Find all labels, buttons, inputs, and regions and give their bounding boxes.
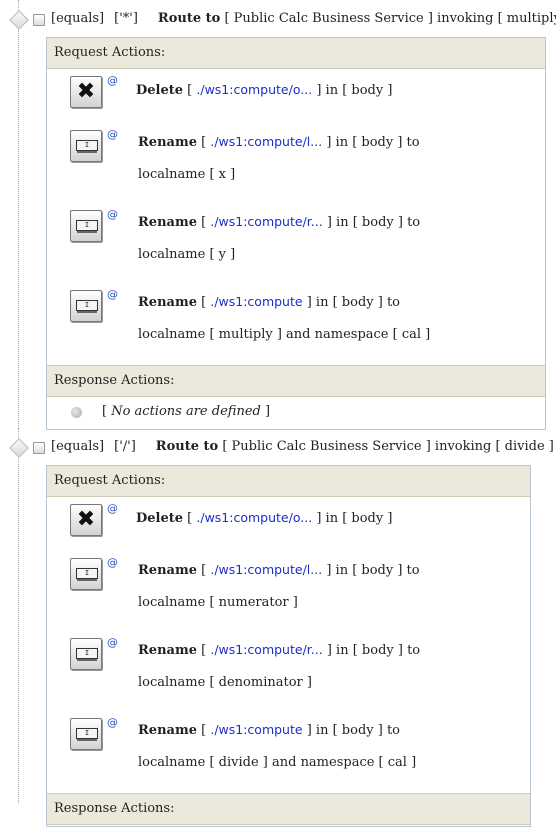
xpath-link[interactable]: ./ws1:compute/l... [210,562,322,577]
bracket: [ [201,215,207,230]
xpath-link[interactable]: ./ws1:compute/o... [196,510,312,525]
route-select-checkbox[interactable] [33,14,45,26]
action-line: Rename [ ./ws1:compute ] in [ body ] to [138,294,400,310]
action-detail: ] in [ body ] to [306,723,400,738]
bracket: [ [201,135,207,150]
route-summary: [equals] ['/'] Route to [ Public Calc Busi… [51,439,554,454]
tree-connector [18,458,19,803]
delete-x-icon[interactable]: ✖ [70,504,102,536]
at-icon[interactable]: @ [107,636,118,649]
xpath-link[interactable]: ./ws1:compute/r... [210,642,322,657]
bracket: [ [201,563,207,578]
action-verb[interactable]: Delete [136,83,183,98]
bracket: [ [187,511,193,526]
action-verb[interactable]: Rename [138,215,197,230]
condition-operator[interactable]: [equals] [51,11,104,26]
route-summary: [equals] ['*'] Route to [ Public Calc Busi… [51,11,556,26]
action-target: localname [ denominator ] [138,675,312,690]
route-node-icon[interactable] [9,10,29,30]
rename-field-icon[interactable]: I [70,638,102,670]
at-icon[interactable]: @ [107,74,118,87]
request-actions-header: Request Actions: [47,38,545,69]
at-icon[interactable]: @ [107,288,118,301]
action-verb[interactable]: Rename [138,295,197,310]
route-keyword[interactable]: Route to [158,11,220,26]
condition-value[interactable]: ['/'] [114,439,136,454]
route-node: [equals] ['*'] Route to [ Public Calc Busi… [0,8,556,32]
rename-field-icon[interactable]: I [70,210,102,242]
empty-message: No actions are defined [111,404,261,419]
route-node-icon[interactable] [9,438,29,458]
at-icon[interactable]: @ [107,556,118,569]
route-keyword[interactable]: Route to [156,439,218,454]
action-verb[interactable]: Rename [138,135,197,150]
action-line: Rename [ ./ws1:compute ] in [ body ] to [138,722,400,738]
route-description[interactable]: [ Public Calc Business Service ] invokin… [224,11,556,26]
action-line: Rename [ ./ws1:compute/r... ] in [ body … [138,642,420,658]
at-icon[interactable]: @ [107,208,118,221]
delete-x-icon[interactable]: ✖ [70,76,102,108]
xpath-link[interactable]: ./ws1:compute [210,294,302,309]
action-target: localname [ x ] [138,167,236,182]
route-select-checkbox[interactable] [33,442,45,454]
at-icon[interactable]: @ [107,128,118,141]
action-target: localname [ y ] [138,247,236,262]
no-actions-text: [ No actions are defined ] [102,404,270,419]
rename-field-icon[interactable]: I [70,290,102,322]
response-actions-header: Response Actions: [47,793,530,825]
rename-field-icon[interactable]: I [70,130,102,162]
request-actions-header: Request Actions: [47,466,530,497]
action-verb[interactable]: Rename [138,643,197,658]
xpath-link[interactable]: ./ws1:compute/r... [210,214,322,229]
bracket: [ [187,83,193,98]
at-icon[interactable]: @ [107,716,118,729]
bracket: [ [201,295,207,310]
route-actions-panel: Request Actions: ✖ @ Delete [ ./ws1:comp… [46,465,531,827]
bracket: ] [264,404,271,419]
action-line: Rename [ ./ws1:compute/l... ] in [ body … [138,562,420,578]
action-target: localname [ numerator ] [138,595,298,610]
route-node: [equals] ['/'] Route to [ Public Calc Busi… [0,436,556,460]
xpath-link[interactable]: ./ws1:compute [210,722,302,737]
condition-value[interactable]: ['*'] [114,11,138,26]
action-detail: ] in [ body ] to [326,135,420,150]
action-detail: ] in [ body ] [316,83,393,98]
action-verb[interactable]: Rename [138,563,197,578]
action-target: localname [ multiply ] and namespace [ c… [138,327,431,342]
action-target: localname [ divide ] and namespace [ cal… [138,755,417,770]
condition-operator[interactable]: [equals] [51,439,104,454]
route-actions-panel: Request Actions: ✖ @ Delete [ ./ws1:comp… [46,37,546,430]
rename-field-icon[interactable]: I [70,558,102,590]
bracket: [ [201,723,207,738]
action-detail: ] in [ body ] to [326,563,420,578]
tree-connector [18,30,19,430]
action-line: Rename [ ./ws1:compute/r... ] in [ body … [138,214,420,230]
action-detail: ] in [ body ] to [326,643,421,658]
response-actions-header: Response Actions: [47,365,545,397]
bracket: [ [102,404,108,419]
xpath-link[interactable]: ./ws1:compute/l... [210,134,322,149]
action-line: Delete [ ./ws1:compute/o... ] in [ body … [136,82,392,98]
action-detail: ] in [ body ] to [326,215,421,230]
xpath-link[interactable]: ./ws1:compute/o... [196,82,312,97]
rename-field-icon[interactable]: I [70,718,102,750]
action-detail: ] in [ body ] [316,511,393,526]
action-line: Rename [ ./ws1:compute/l... ] in [ body … [138,134,420,150]
action-detail: ] in [ body ] to [306,295,400,310]
action-verb[interactable]: Rename [138,723,197,738]
bracket: [ [201,643,207,658]
route-description[interactable]: [ Public Calc Business Service ] invokin… [222,439,554,454]
radio-icon [71,407,82,418]
action-verb[interactable]: Delete [136,511,183,526]
action-line: Delete [ ./ws1:compute/o... ] in [ body … [136,510,392,526]
at-icon[interactable]: @ [107,502,118,515]
